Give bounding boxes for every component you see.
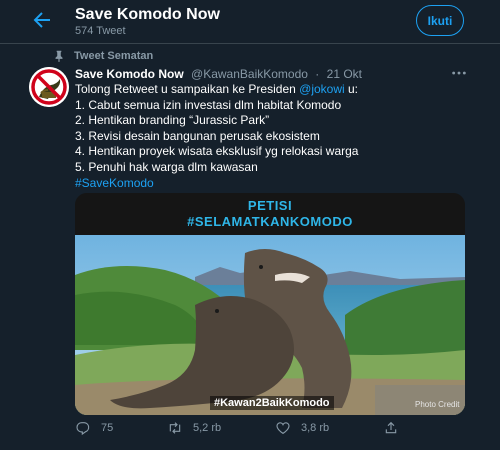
demand-item: 2. Hentikan branding “Jurassic Park”	[75, 113, 270, 128]
profile-title: Save Komodo Now	[75, 6, 220, 23]
tweet-text: Tolong Retweet u sampaikan ke Presiden @…	[75, 82, 475, 191]
author-name[interactable]: Save Komodo Now	[75, 67, 184, 81]
demand-item: 1. Cabut semua izin investasi dlm habita…	[75, 97, 342, 112]
banner-title: PETISI	[247, 198, 293, 213]
share-button[interactable]	[383, 420, 409, 436]
media-banner: PETISI #SELAMATKANKOMODO	[75, 193, 465, 235]
reply-button[interactable]: 75	[75, 420, 113, 436]
profile-header: Save Komodo Now 574 Tweet Ikuti	[0, 0, 500, 44]
tweet-media[interactable]: PETISI #SELAMATKANKOMODO #Kawan2BaikKomo…	[75, 193, 465, 415]
pin-icon	[52, 49, 66, 63]
reply-icon	[76, 422, 90, 436]
photo-credit: Photo Credit	[415, 400, 460, 409]
retweet-button[interactable]: 5,2 rb	[167, 420, 221, 436]
more-icon[interactable]	[450, 65, 468, 81]
author-handle[interactable]: @KawanBaikKomodo	[191, 67, 308, 81]
retweet-icon	[169, 422, 181, 434]
reply-count: 75	[101, 422, 114, 434]
share-icon	[385, 421, 397, 434]
like-count: 3,8 rb	[301, 422, 330, 434]
demand-item: 5. Penuhi hak warga dlm kawasan	[75, 159, 258, 174]
pinned-indicator: Tweet Sematan	[52, 48, 153, 64]
like-icon	[276, 422, 290, 435]
hashtag-link[interactable]: #SaveKomodo	[75, 176, 475, 192]
tweet-date[interactable]: 21 Okt	[327, 67, 362, 81]
tweet-header: Save Komodo Now @KawanBaikKomodo · 21 Ok…	[75, 67, 362, 81]
back-arrow-icon[interactable]	[30, 8, 54, 32]
mention-link[interactable]: @jokowi	[299, 82, 345, 96]
pinned-label: Tweet Sematan	[74, 50, 154, 62]
photo-hashtag: #Kawan2BaikKomodo	[210, 396, 334, 410]
like-button[interactable]: 3,8 rb	[275, 420, 329, 436]
tweet-actions: 75 5,2 rb 3,8 rb	[75, 420, 475, 440]
banner-hashtag: #SELAMATKANKOMODO	[187, 214, 353, 229]
meta-separator: ·	[315, 67, 320, 81]
tweet-count: 574 Tweet	[75, 25, 126, 37]
follow-button[interactable]: Ikuti	[416, 5, 464, 36]
tweet-intro: Tolong Retweet u sampaikan ke Presiden @…	[75, 82, 359, 96]
avatar[interactable]	[29, 67, 69, 107]
retweet-count: 5,2 rb	[193, 422, 222, 434]
demand-item: 4. Hentikan proyek wisata eksklusif yg r…	[75, 144, 359, 159]
komodo-photo	[75, 235, 465, 415]
demand-item: 3. Revisi desain bangunan perusak ekosis…	[75, 128, 320, 143]
